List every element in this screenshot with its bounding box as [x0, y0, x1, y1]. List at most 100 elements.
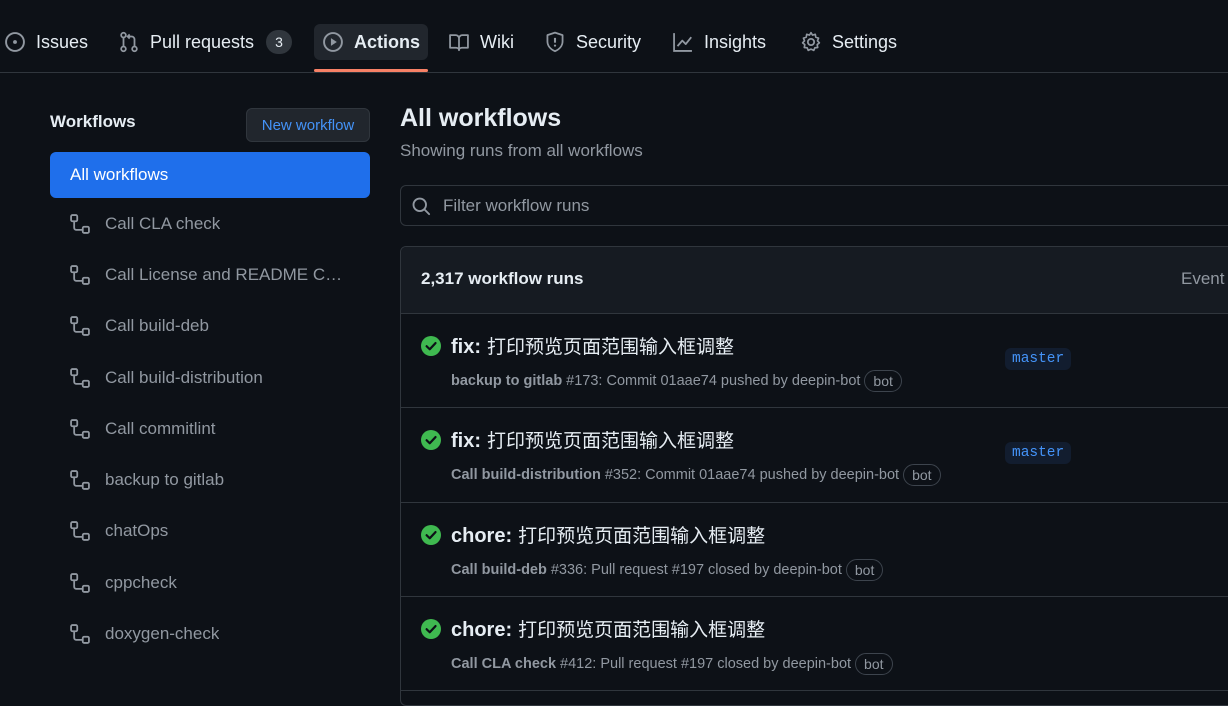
run-meta: Call CLA check #412: Pull request #197 c…: [451, 652, 893, 675]
runs-count: 2,317 workflow runs: [421, 269, 584, 288]
repo-nav: Issues Pull requests 3 Actions Wiki Secu…: [0, 0, 1228, 73]
tab-settings-label: Settings: [832, 31, 898, 52]
run-commit-type: chore:: [451, 618, 513, 641]
workflow-runs-list: 2,317 workflow runs Event fix: 打印预览页面范围输…: [400, 246, 1228, 706]
run-detail: #352: Commit 01aae74 pushed by deepin-bo…: [604, 467, 900, 484]
book-icon: [449, 34, 469, 52]
workflow-run-row[interactable]: chore: 打印预览页面范围输入框调整 Call build-deb #336…: [401, 503, 1228, 597]
sidebar-item-label: Call build-deb: [105, 316, 209, 336]
workflow-list: Call CLA check Call License and README C…: [50, 198, 370, 660]
tab-insights-label: Insights: [704, 31, 767, 52]
sidebar-item-label: cppcheck: [105, 572, 177, 592]
bot-badge: bot: [864, 370, 902, 392]
sidebar-item-label: chatOps: [105, 521, 169, 541]
event-filter-button[interactable]: Event: [1181, 269, 1224, 289]
sidebar-item-label: backup to gitlab: [105, 470, 225, 490]
sidebar-item-workflow[interactable]: backup to gitlab: [50, 454, 370, 505]
tab-wiki[interactable]: Wiki: [440, 24, 522, 60]
tab-settings[interactable]: Settings: [792, 24, 905, 60]
tab-actions[interactable]: Actions: [314, 24, 428, 72]
run-commit-type: fix:: [451, 430, 481, 453]
graph-icon: [673, 33, 692, 52]
branch-tag[interactable]: master: [1005, 442, 1072, 465]
run-commit-message: 打印预览页面范围输入框调整: [481, 336, 735, 358]
filter-input[interactable]: [441, 194, 1041, 217]
workflow-run-row[interactable]: fix: 打印预览页面范围输入框调整 backup to gitlab #173…: [401, 314, 1228, 409]
sidebar-item-label: Call commitlint: [105, 418, 216, 438]
check-circle-icon: [421, 524, 441, 545]
tab-pull-requests-label: Pull requests: [150, 31, 255, 52]
run-title[interactable]: chore: 打印预览页面范围输入框调整: [451, 615, 765, 642]
workflow-icon: [70, 470, 90, 490]
sidebar-item-workflow[interactable]: doxygen-check: [50, 608, 370, 659]
workflow-icon: [70, 418, 90, 439]
tab-issues[interactable]: Issues: [0, 24, 96, 60]
run-commit-message: 打印预览页面范围输入框调整: [512, 524, 766, 547]
run-meta: backup to gitlab #173: Commit 01aae74 pu…: [451, 370, 902, 392]
sidebar-title: Workflows: [50, 112, 136, 131]
sidebar-item-workflow[interactable]: Call build-distribution: [50, 352, 370, 403]
workflow-run-row[interactable]: fix: 打印预览页面范围输入框调整 Call build-distributi…: [401, 408, 1228, 503]
git-pull-request-icon: [120, 31, 138, 53]
run-meta: Call build-distribution #352: Commit 01a…: [451, 464, 941, 487]
run-title[interactable]: chore: 打印预览页面范围输入框调整: [451, 521, 765, 548]
run-detail: #173: Commit 01aae74 pushed by deepin-bo…: [566, 373, 861, 389]
run-detail: #412: Pull request #197 closed by deepin…: [560, 655, 852, 672]
page-title: All workflows: [400, 104, 562, 132]
sidebar-item-workflow[interactable]: Call commitlint: [50, 403, 370, 454]
tab-pull-requests[interactable]: Pull requests 3: [110, 24, 300, 60]
bot-badge: bot: [855, 652, 893, 675]
tab-issues-label: Issues: [36, 31, 89, 52]
run-commit-message: 打印预览页面范围输入框调整: [481, 430, 735, 453]
run-commit-type: chore:: [451, 524, 513, 547]
run-detail: #336: Pull request #197 closed by deepin…: [550, 561, 842, 578]
sidebar-item-label: Call CLA check: [105, 213, 221, 233]
workflow-icon: [70, 265, 90, 285]
branch-tag[interactable]: master: [1005, 348, 1072, 370]
run-title[interactable]: fix: 打印预览页面范围输入框调整: [451, 332, 734, 359]
shield-icon: [546, 31, 564, 53]
run-workflow-name: Call build-distribution: [451, 467, 601, 484]
run-commit-type: fix:: [451, 336, 481, 358]
check-circle-icon: [421, 336, 441, 356]
tab-security-label: Security: [576, 31, 642, 52]
play-icon: [323, 32, 343, 52]
sidebar-item-label: Call build-distribution: [105, 367, 263, 387]
tab-security[interactable]: Security: [536, 24, 649, 60]
check-circle-icon: [421, 430, 441, 451]
workflow-icon: [70, 521, 90, 542]
page-subtitle: Showing runs from all workflows: [400, 141, 643, 160]
workflow-icon: [70, 572, 90, 593]
workflow-run-row[interactable]: chore: 打印预览页面范围输入框调整 Call CLA check #412…: [401, 597, 1228, 692]
workflow-icon: [70, 624, 90, 644]
gear-icon: [801, 31, 821, 52]
sidebar-item-workflow[interactable]: chatOps: [50, 506, 370, 557]
new-workflow-button[interactable]: New workflow: [246, 108, 370, 142]
sidebar-item-all-workflows[interactable]: All workflows: [50, 152, 370, 198]
sidebar-item-label: Call License and README C…: [105, 264, 343, 284]
runs-header: 2,317 workflow runs Event: [401, 247, 1228, 314]
run-meta: Call build-deb #336: Pull request #197 c…: [451, 558, 884, 581]
run-workflow-name: Call CLA check: [451, 655, 557, 672]
issue-opened-icon: [5, 32, 25, 52]
run-workflow-name: backup to gitlab: [451, 373, 563, 389]
bot-badge: bot: [903, 464, 941, 487]
tab-insights[interactable]: Insights: [664, 24, 774, 60]
run-title[interactable]: fix: 打印预览页面范围输入框调整: [451, 426, 734, 453]
run-workflow-name: Call build-deb: [451, 561, 547, 578]
tab-wiki-label: Wiki: [480, 31, 514, 52]
sidebar-item-workflow[interactable]: cppcheck: [50, 557, 370, 608]
sidebar-item-workflow[interactable]: Call CLA check: [50, 198, 370, 249]
run-commit-message: 打印预览页面范围输入框调整: [512, 618, 766, 641]
search-icon: [412, 197, 431, 215]
pull-requests-count: 3: [266, 30, 292, 54]
tab-actions-label: Actions: [353, 31, 420, 52]
sidebar-item-workflow[interactable]: Call build-deb: [50, 301, 370, 352]
workflow-icon: [70, 316, 90, 337]
filter-workflow-runs[interactable]: [400, 185, 1228, 226]
workflow-icon: [70, 213, 90, 234]
sidebar-item-workflow[interactable]: Call License and README C…: [50, 249, 370, 300]
bot-badge: bot: [845, 558, 884, 581]
check-circle-icon: [421, 618, 441, 639]
sidebar-item-label: doxygen-check: [105, 624, 220, 644]
